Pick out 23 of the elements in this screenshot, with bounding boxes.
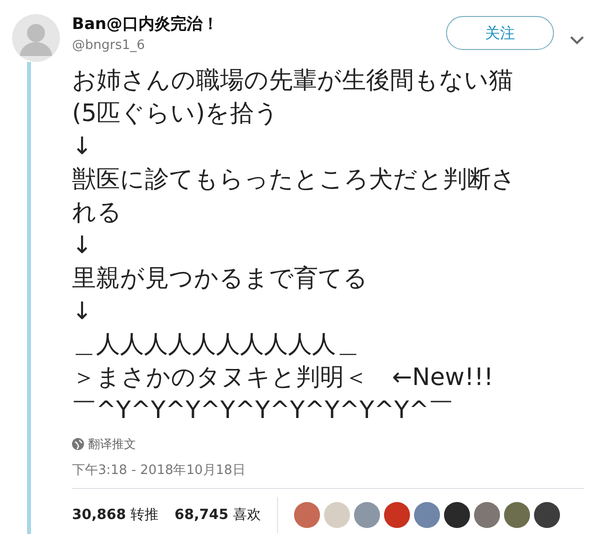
author-handle: @bngrs1_6 xyxy=(72,37,146,55)
tweet-text-line: ￣^Y^Y^Y^Y^Y^Y^Y^Y^Y^￣ xyxy=(72,394,454,426)
tweet-text-line: (5匹ぐらい)を拾う xyxy=(72,98,280,128)
stat-count[interactable]: 68,745 喜欢 xyxy=(174,504,261,526)
avatar xyxy=(12,14,60,62)
liker-avatar[interactable] xyxy=(534,502,560,528)
tweet-text-line: ＞まさかのタヌキと判明＜ ←New!!! xyxy=(72,362,494,392)
tweet-text-line: れる xyxy=(72,196,123,228)
tweet-text-line: ＿人人人人人人人人人人＿ xyxy=(72,328,361,360)
author-name: Ban@口内炎完治！ xyxy=(72,13,220,35)
tweet-text-line: ↓ xyxy=(72,296,94,326)
tweet-text-line: ↓ xyxy=(72,230,94,260)
translate-link[interactable]: 翻译推文 xyxy=(88,434,136,452)
tweet-text-line: 里親が見つかるまで育てる xyxy=(72,262,369,294)
chevron-down-icon[interactable] xyxy=(570,36,584,46)
stat-count[interactable]: 30,868 转推 xyxy=(72,504,158,526)
tweet-text-line: ↓ xyxy=(72,130,94,162)
follow-button[interactable]: 关注 xyxy=(446,16,554,50)
liker-avatar[interactable] xyxy=(444,502,470,528)
globe-icon xyxy=(72,438,84,450)
tweet-text-line: 獣医に診てもらったところ犬だと判断さ xyxy=(72,164,517,194)
tweet-text-line: お姉さんの職場の先輩が生後間もない猫 xyxy=(72,64,514,96)
timestamp: 下午3:18 - 2018年10月18日 xyxy=(72,462,246,480)
